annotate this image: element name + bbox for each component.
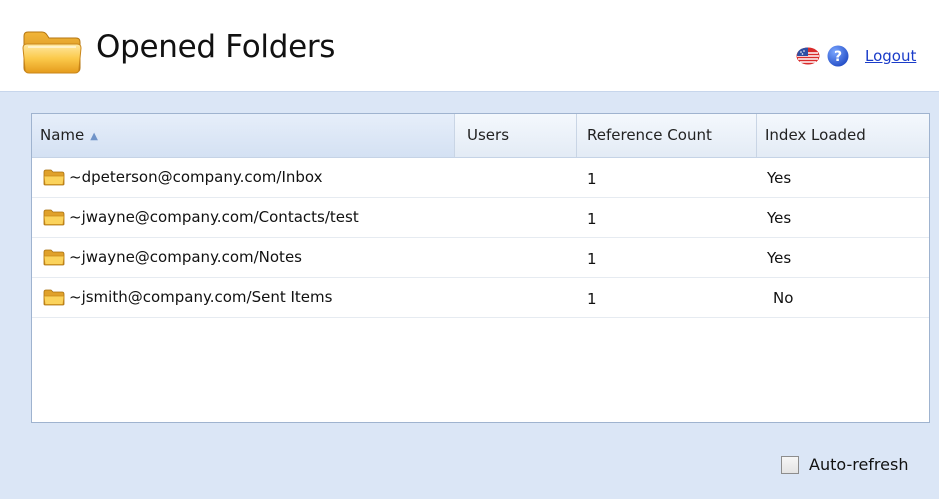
page-title: Opened Folders <box>96 29 336 65</box>
folder-icon <box>43 249 65 266</box>
auto-refresh-checkbox[interactable] <box>781 456 799 474</box>
folder-icon <box>43 209 65 226</box>
column-header-label: Reference Count <box>587 126 712 144</box>
table-row[interactable]: ~jwayne@company.com/Contacts/test 1 Yes <box>32 198 929 238</box>
sort-ascending-icon: ▲ <box>90 131 98 142</box>
folder-reference-count: 1 <box>587 250 597 268</box>
opened-folders-table: Name ▲ Users Reference Count Index Loaded… <box>31 113 930 423</box>
page-header: Opened Folders ? Logout <box>0 0 939 92</box>
column-header-label: Users <box>467 126 510 144</box>
folder-index-loaded: Yes <box>767 209 792 227</box>
folder-reference-count: 1 <box>587 290 597 308</box>
column-header-users[interactable]: Users <box>455 114 577 157</box>
folder-reference-count: 1 <box>587 210 597 228</box>
folder-reference-count: 1 <box>587 170 597 188</box>
table-row[interactable]: ~dpeterson@company.com/Inbox 1 Yes <box>32 158 929 198</box>
table-row[interactable]: ~jsmith@company.com/Sent Items 1 No <box>32 278 929 318</box>
help-icon[interactable]: ? <box>827 45 849 67</box>
folder-icon <box>43 169 65 186</box>
us-flag-icon[interactable] <box>796 47 820 65</box>
svg-text:?: ? <box>834 49 842 65</box>
auto-refresh-label: Auto-refresh <box>809 455 909 474</box>
column-header-reference-count[interactable]: Reference Count <box>577 114 757 157</box>
column-header-label: Index Loaded <box>765 126 866 144</box>
folder-icon <box>43 289 65 306</box>
folder-name: ~jwayne@company.com/Notes <box>69 248 302 266</box>
folder-name: ~dpeterson@company.com/Inbox <box>69 168 323 186</box>
table-row[interactable]: ~jwayne@company.com/Notes 1 Yes <box>32 238 929 278</box>
logout-link[interactable]: Logout <box>865 47 916 65</box>
folder-icon <box>22 31 82 74</box>
column-header-name[interactable]: Name ▲ <box>32 114 455 157</box>
column-header-label: Name <box>40 126 85 144</box>
folder-name: ~jsmith@company.com/Sent Items <box>69 288 333 306</box>
folder-index-loaded: Yes <box>767 249 792 267</box>
folder-name: ~jwayne@company.com/Contacts/test <box>69 208 359 226</box>
column-header-index-loaded[interactable]: Index Loaded <box>757 114 931 157</box>
folder-index-loaded: Yes <box>767 169 792 187</box>
table-header: Name ▲ Users Reference Count Index Loaded <box>32 114 929 158</box>
folder-index-loaded: No <box>773 289 794 307</box>
